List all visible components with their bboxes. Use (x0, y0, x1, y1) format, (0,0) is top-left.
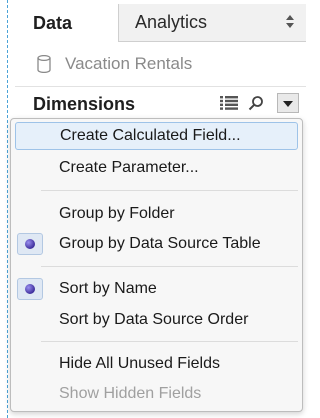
context-menu: Create Calculated Field... Create Parame… (10, 118, 303, 412)
menu-item-hide-all-unused-fields[interactable]: Hide All Unused Fields (15, 350, 298, 378)
radio-dot-icon (25, 284, 35, 294)
database-icon (37, 55, 51, 73)
radio-checked-indicator (17, 233, 43, 255)
radio-checked-indicator (17, 278, 43, 300)
dimensions-menu-button[interactable] (277, 93, 299, 113)
menu-separator (41, 341, 298, 342)
menu-separator (41, 266, 298, 267)
tab-data[interactable]: Data (15, 4, 119, 42)
tab-data-label: Data (33, 12, 73, 33)
tab-analytics-label: Analytics (135, 12, 208, 32)
menu-item-sort-by-data-source-order[interactable]: Sort by Data Source Order (15, 306, 298, 334)
menu-item-show-hidden-fields: Show Hidden Fields (15, 380, 298, 408)
menu-item-label: Create Parameter... (59, 159, 199, 176)
dimensions-title: Dimensions (33, 94, 136, 114)
up-down-arrows-icon (286, 14, 294, 30)
menu-item-label: Create Calculated Field... (60, 127, 241, 144)
menu-item-create-parameter[interactable]: Create Parameter... (15, 154, 298, 182)
search-icon[interactable] (248, 95, 264, 111)
menu-item-label: Hide All Unused Fields (59, 355, 220, 372)
menu-item-sort-by-name[interactable]: Sort by Name (15, 275, 298, 303)
dimensions-header: Dimensions (15, 86, 306, 122)
datasource-item[interactable]: Vacation Rentals (15, 44, 306, 84)
menu-item-label: Sort by Data Source Order (59, 311, 249, 328)
tab-analytics[interactable]: Analytics (119, 4, 306, 42)
view-list-icon[interactable] (220, 96, 238, 110)
radio-dot-icon (25, 239, 35, 249)
pane-edge (7, 0, 8, 418)
menu-item-label: Sort by Name (59, 280, 157, 297)
menu-separator (41, 190, 298, 191)
menu-item-label: Group by Folder (59, 205, 175, 222)
menu-item-label: Group by Data Source Table (59, 235, 261, 252)
menu-item-group-by-folder[interactable]: Group by Folder (15, 200, 298, 228)
menu-item-label: Show Hidden Fields (59, 385, 202, 402)
datasource-name: Vacation Rentals (65, 54, 193, 73)
menu-item-group-by-data-source-table[interactable]: Group by Data Source Table (15, 230, 298, 258)
menu-item-create-calculated-field[interactable]: Create Calculated Field... (15, 122, 298, 150)
